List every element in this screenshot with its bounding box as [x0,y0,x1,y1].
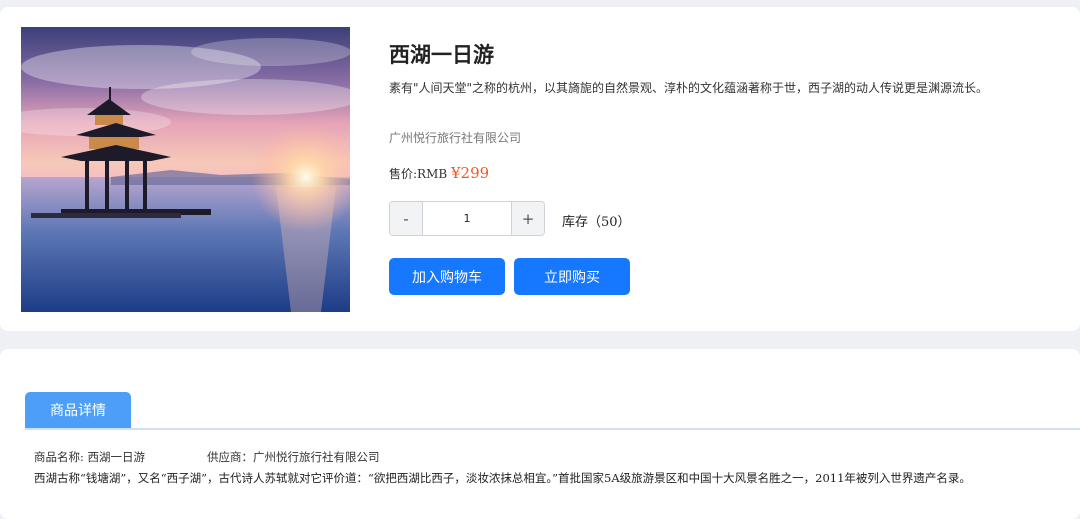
detail-card: 商品详情 商品名称: 西湖一日游 供应商：广州悦行旅行社有限公司 西湖古称“钱塘湖… [0,349,1080,519]
detail-supplier: 供应商：广州悦行旅行社有限公司 [207,450,380,464]
tab-divider [25,428,1080,430]
quantity-stepper: - 1 + [389,201,545,236]
increase-quantity-button[interactable]: + [511,202,544,235]
add-to-cart-button[interactable]: 加入购物车 [389,258,505,295]
price-value: ¥299 [451,164,490,182]
product-image [21,27,350,312]
tab-product-details[interactable]: 商品详情 [25,392,131,428]
product-card: 西湖一日游 素有"人间天堂"之称的杭州，以其旖旎的自然景观、淳朴的文化蕴涵著称于… [0,7,1080,331]
buy-now-button[interactable]: 立即购买 [514,258,630,295]
supplier-name: 广州悦行旅行社有限公司 [389,131,522,145]
west-lake-pavilion-photo [21,27,350,312]
product-description: 素有"人间天堂"之称的杭州，以其旖旎的自然景观、淳朴的文化蕴涵著称于世，西子湖的… [389,81,989,95]
detail-description: 西湖古称“钱塘湖”，又名“西子湖”，古代诗人苏轼就对它评价道：“欲把西湖比西子，… [34,471,971,485]
quantity-input[interactable]: 1 [423,202,511,235]
decrease-quantity-button[interactable]: - [390,202,423,235]
product-title: 西湖一日游 [389,43,494,67]
price-label: 售价:RMB [389,167,448,181]
detail-meta: 商品名称: 西湖一日游 供应商：广州悦行旅行社有限公司 [34,449,380,465]
price-row: 售价:RMB ¥299 [389,164,489,182]
stock-count: 库存（50） [562,215,631,230]
detail-product-name: 商品名称: 西湖一日游 [34,450,146,464]
